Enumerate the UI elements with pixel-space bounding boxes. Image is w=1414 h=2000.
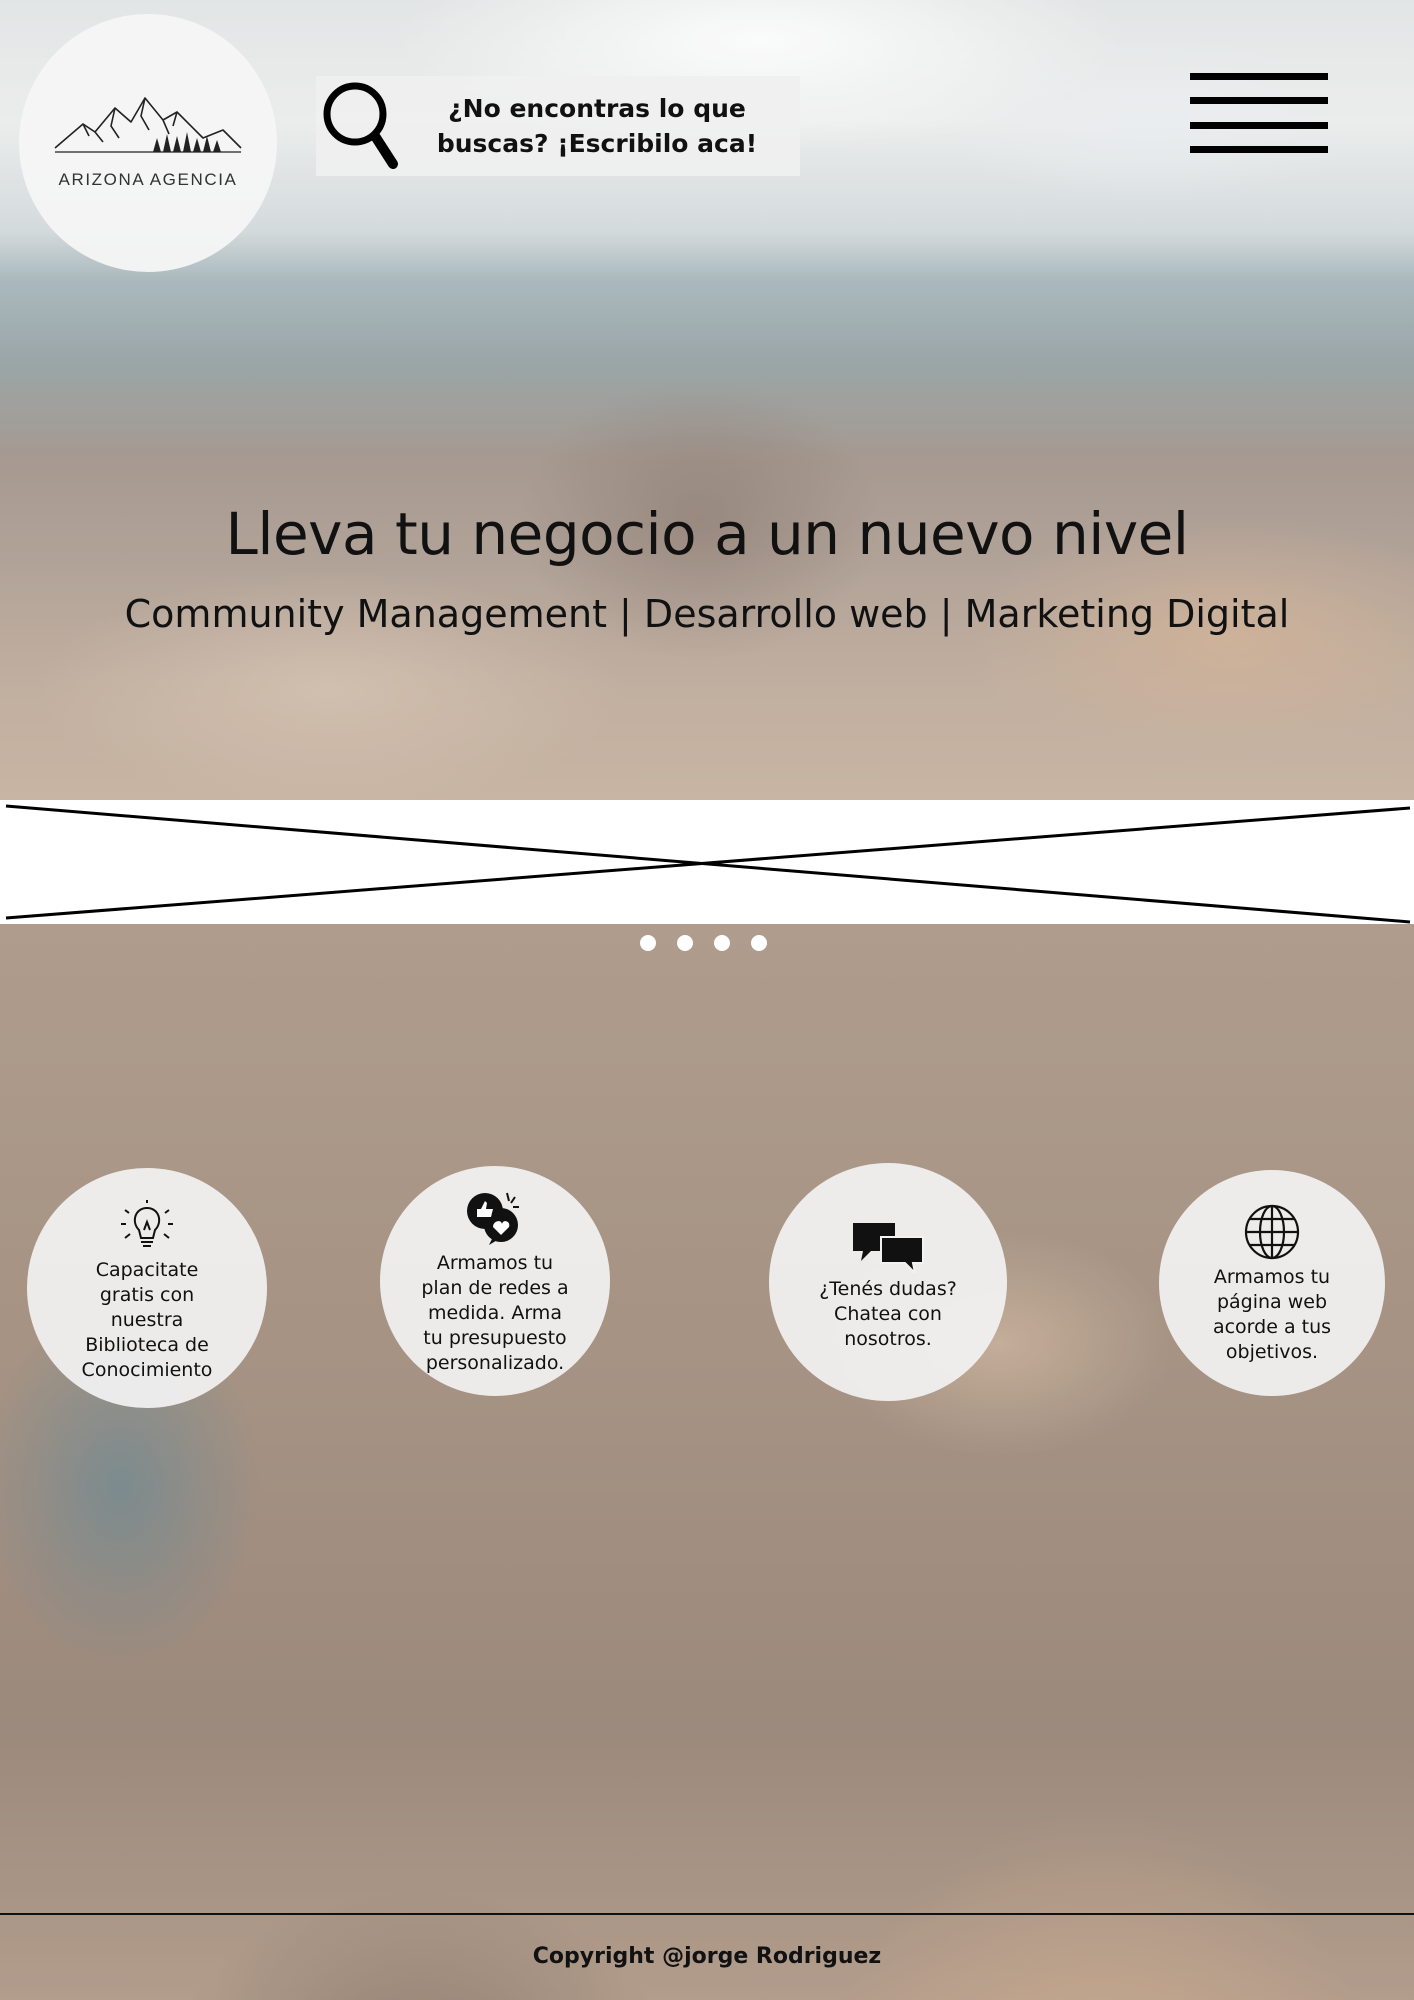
- service-label: Armamos tu página web acorde a tus objet…: [1212, 1266, 1332, 1363]
- logo[interactable]: ARIZONA AGENCIA: [19, 14, 277, 272]
- chat-bubbles-icon: [851, 1213, 925, 1273]
- service-label: ¿Tenés dudas? Chatea con nosotros.: [819, 1277, 957, 1350]
- service-knowledge-library[interactable]: Capacitate gratis con nuestra Biblioteca…: [27, 1168, 267, 1408]
- service-label: Armamos tu plan de redes a medida. Arma …: [421, 1251, 569, 1374]
- footer-copyright: Copyright @jorge Rodriguez: [532, 1944, 882, 1969]
- service-web-page[interactable]: Armamos tu página web acorde a tus objet…: [1159, 1170, 1385, 1396]
- lightbulb-icon: [117, 1194, 177, 1254]
- social-media-icon: [463, 1187, 527, 1247]
- service-chat[interactable]: ¿Tenés dudas? Chatea con nosotros.: [769, 1163, 1007, 1401]
- services-background: [0, 924, 1414, 2000]
- hero-title: Lleva tu negocio a un nuevo nivel: [225, 500, 1189, 568]
- search-input[interactable]: ¿No encontras lo que buscas? ¡Escribilo …: [316, 76, 800, 176]
- logo-text: ARIZONA AGENCIA: [58, 170, 238, 189]
- mountains-icon: [54, 97, 242, 153]
- search-placeholder: ¿No encontras lo que buscas? ¡Escribilo …: [436, 94, 758, 158]
- service-social-media-plan[interactable]: Armamos tu plan de redes a medida. Arma …: [380, 1166, 610, 1396]
- globe-icon: [1243, 1201, 1301, 1261]
- carousel-dot[interactable]: [640, 935, 656, 951]
- image-placeholder-banner: [0, 800, 1414, 924]
- magnifier-icon: [316, 76, 406, 176]
- carousel-dot[interactable]: [677, 935, 693, 951]
- service-label: Capacitate gratis con nuestra Biblioteca…: [81, 1258, 213, 1381]
- footer-divider: [0, 1913, 1414, 1915]
- hero-subtitle: Community Management | Desarrollo web | …: [124, 592, 1290, 636]
- hamburger-menu-button[interactable]: [1190, 73, 1328, 153]
- carousel-dot[interactable]: [714, 935, 730, 951]
- carousel-dot[interactable]: [751, 935, 767, 951]
- carousel-dots: [640, 935, 767, 951]
- hamburger-menu-icon: [1190, 73, 1328, 80]
